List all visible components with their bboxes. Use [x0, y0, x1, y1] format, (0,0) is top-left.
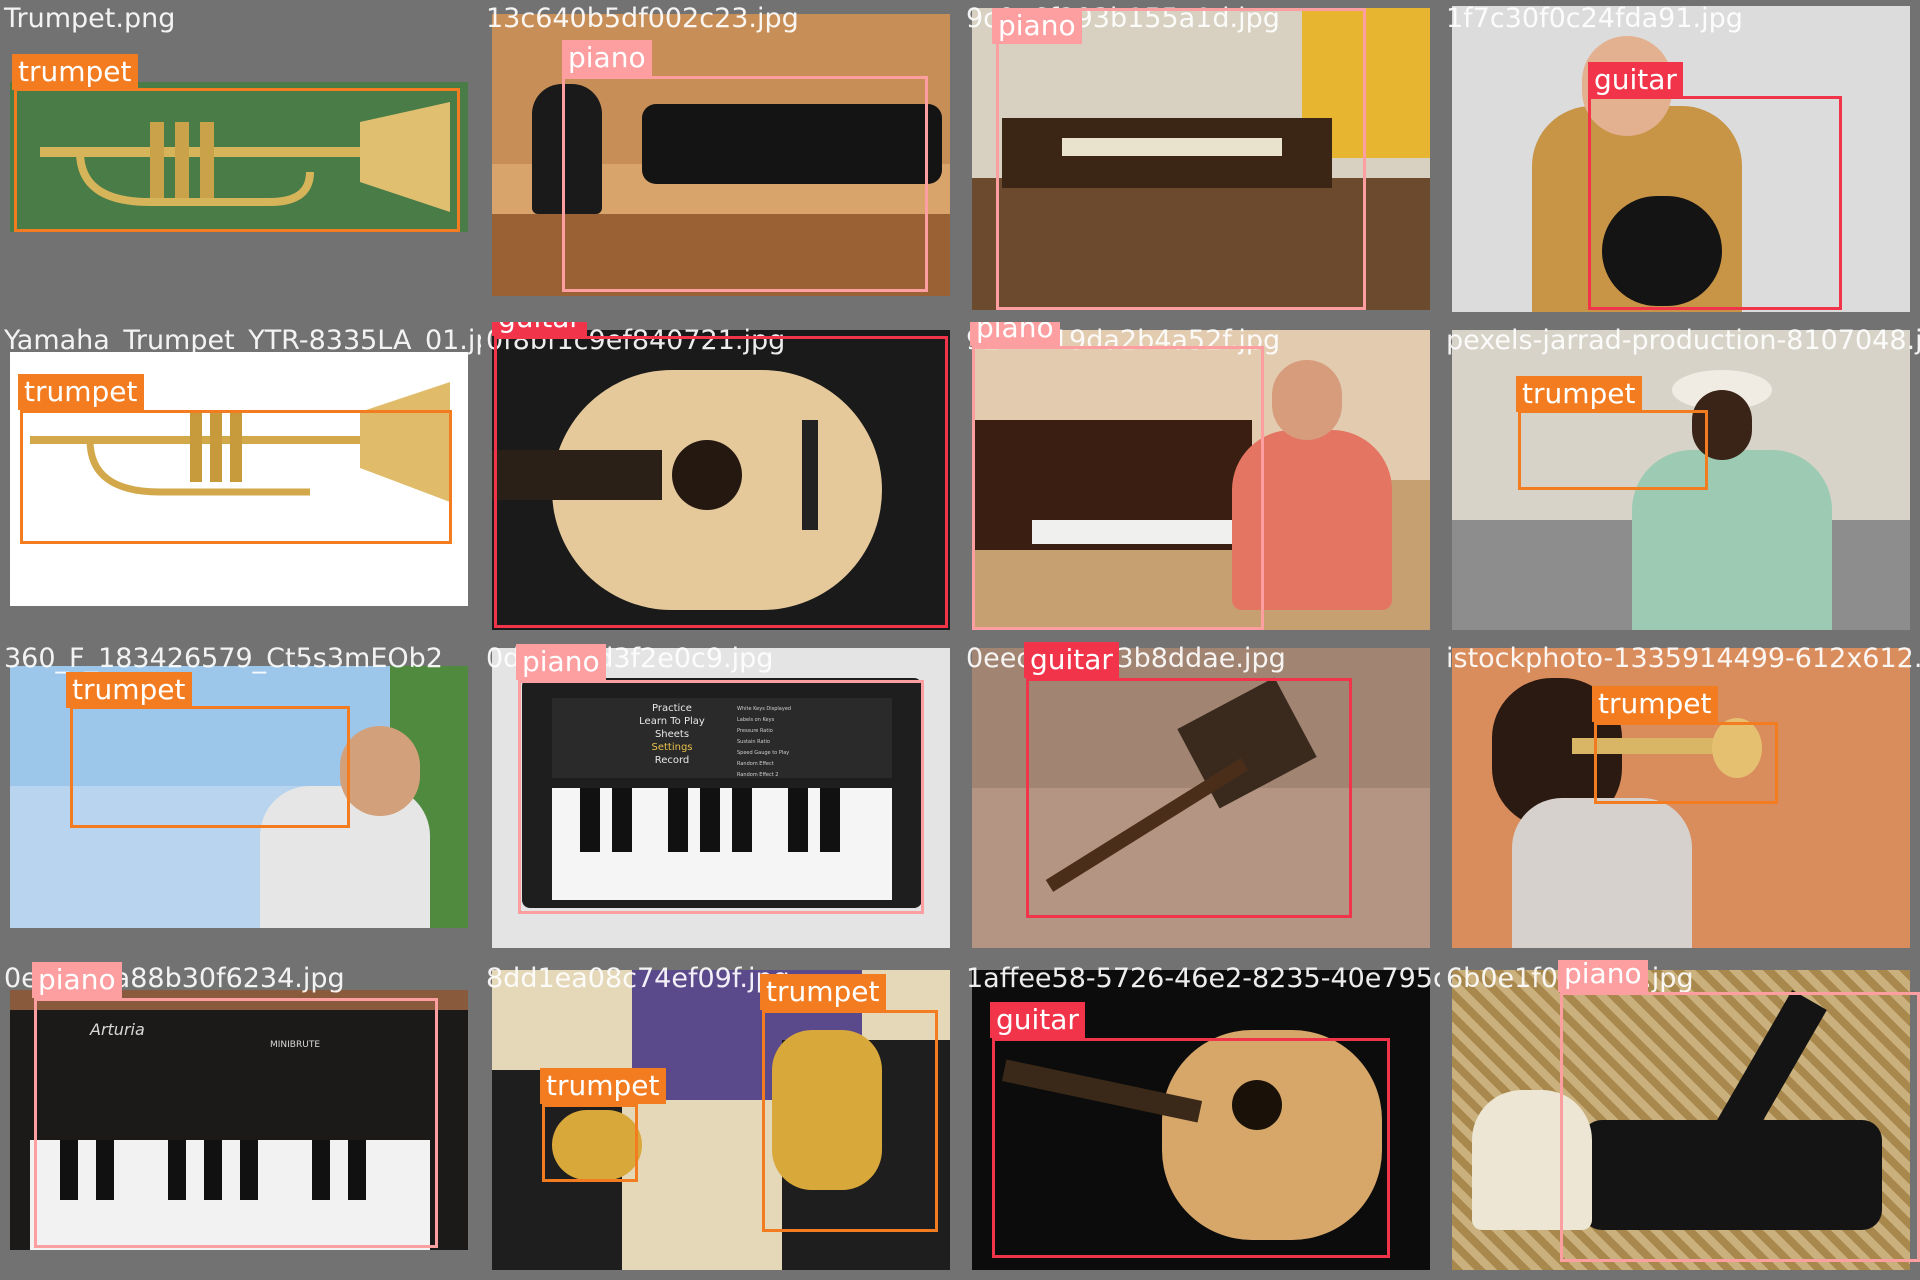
class-label-piano: piano — [970, 322, 1060, 346]
bbox-trumpet — [542, 1104, 638, 1182]
filename-label: 360_F_183426579_Ct5s3mEOb2 — [4, 643, 443, 674]
bbox-guitar — [992, 1038, 1390, 1258]
class-label-trumpet: trumpet — [18, 374, 144, 410]
class-label-piano: piano — [562, 40, 652, 76]
class-label-trumpet: trumpet — [66, 672, 192, 708]
tile-istockphoto-1335914499: istockphoto-1335914499-612x612.jpg trump… — [1442, 640, 1920, 956]
bbox-trumpet — [1518, 410, 1708, 490]
bbox-piano — [972, 346, 1264, 630]
detection-results-mosaic: Trumpet.png trumpet 13c640b5df002c23.jpg… — [0, 0, 1920, 1280]
filename-label: istockphoto-1335914499-612x612.jpg — [1446, 643, 1920, 674]
class-label-trumpet: trumpet — [540, 1068, 666, 1104]
bbox-trumpet — [14, 88, 460, 232]
class-label-guitar: guitar — [1024, 642, 1119, 678]
filename-label: 1affee58-5726-46e2-8235-40e795dd0d1e.jpg — [966, 963, 1440, 994]
class-label-piano: piano — [32, 962, 122, 998]
class-label-guitar: guitar — [492, 322, 587, 336]
tile-9c0a6f293b155a1d: 9c0a6f293b155a1d.jpg piano — [962, 0, 1440, 320]
class-label-piano: piano — [992, 8, 1082, 44]
tile-trumpet-png: Trumpet.png trumpet — [0, 0, 481, 320]
class-label-guitar: guitar — [990, 1002, 1085, 1038]
tile-1affee58-5726: 1affee58-5726-46e2-8235-40e795dd0d1e.jpg… — [962, 960, 1440, 1280]
bbox-guitar — [494, 336, 948, 628]
bbox-trumpet — [762, 1010, 938, 1232]
class-label-piano: piano — [1558, 960, 1648, 992]
tile-6b0e1f0a5424: 6b0e1f0a5424.jpg piano — [1442, 960, 1920, 1280]
bbox-guitar — [1588, 96, 1842, 310]
tile-13c640b5df002c23: 13c640b5df002c23.jpg piano — [482, 0, 960, 320]
tile-360-f-183426579: 360_F_183426579_Ct5s3mEOb2 trumpet — [0, 640, 481, 956]
bbox-trumpet — [1594, 722, 1778, 804]
tile-924d119da2b4a52f: 924d119da2b4a52f.jpg piano — [962, 322, 1440, 638]
tile-pexels-8107048: pexels-jarrad-production-8107048.jpg tru… — [1442, 322, 1920, 638]
bbox-piano — [562, 76, 928, 292]
bbox-piano — [1560, 992, 1920, 1262]
tile-0eecd8a3d3b8ddae: 0eecd8a3d3b8ddae.jpg guitar — [962, 640, 1440, 956]
bbox-piano — [34, 998, 438, 1248]
tile-0e3c1f7a88b30f6234: Arturia MINIBRUTE 0e3c1f7a88b30f6234.jpg… — [0, 960, 481, 1280]
tile-yamaha-trumpet: Yamaha_Trumpet_YTR-8335LA_01.jpg trumpet — [0, 322, 481, 638]
class-label-trumpet: trumpet — [1592, 686, 1718, 722]
filename-label: 8dd1ea08c74ef09f.jpg — [486, 963, 790, 994]
class-label-guitar: guitar — [1588, 62, 1683, 98]
filename-label: Trumpet.png — [4, 3, 176, 34]
filename-label: 0eecd8a3d3b8ddae.jpg — [966, 643, 1286, 674]
filename-label: pexels-jarrad-production-8107048.jpg — [1446, 325, 1920, 356]
bbox-trumpet — [20, 410, 452, 544]
filename-label: 13c640b5df002c23.jpg — [486, 3, 799, 34]
filename-label: 1f7c30f0c24fda91.jpg — [1446, 3, 1743, 34]
tile-1f7c30f0c24fda91: 1f7c30f0c24fda91.jpg guitar — [1442, 0, 1920, 320]
class-label-piano: piano — [516, 644, 606, 680]
tile-0d4f7c1d3f2e0c9: Practice Learn To Play Sheets Settings R… — [482, 640, 960, 956]
tile-0f8bf1c9ef840721: 0f8bf1c9ef840721.jpg guitar — [482, 322, 960, 638]
class-label-trumpet: trumpet — [1516, 376, 1642, 412]
class-label-trumpet: trumpet — [12, 54, 138, 90]
bbox-piano — [518, 680, 924, 914]
class-label-trumpet: trumpet — [760, 974, 886, 1010]
tile-8dd1ea08c74ef09f: 8dd1ea08c74ef09f.jpg trumpet trumpet — [482, 960, 960, 1280]
bbox-trumpet — [70, 706, 350, 828]
bbox-guitar — [1026, 678, 1352, 918]
bbox-piano — [996, 8, 1366, 310]
filename-label: Yamaha_Trumpet_YTR-8335LA_01.jpg — [4, 325, 481, 356]
